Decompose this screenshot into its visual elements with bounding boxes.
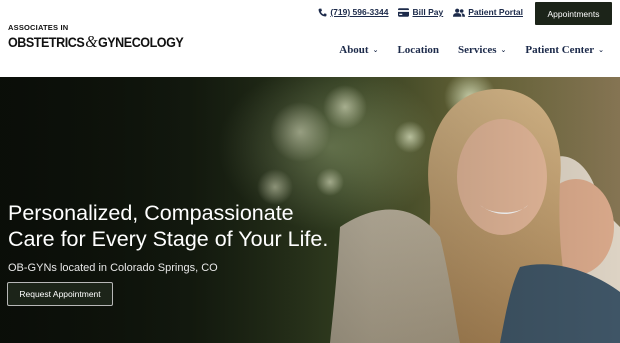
logo-gynecology: GYNECOLOGY [97, 35, 184, 50]
chevron-down-icon: ⌄ [500, 46, 507, 54]
nav-item-patient-center[interactable]: Patient Center ⌄ [525, 44, 604, 56]
hero-headline-line-2: Care for Every Stage of Your Life. [8, 227, 329, 251]
nav-item-location[interactable]: Location [397, 44, 439, 56]
hero-subheadline: OB-GYNs located in Colorado Springs, CO [8, 262, 218, 274]
appointments-button[interactable]: Appointments [535, 2, 612, 25]
phone-link[interactable]: (719) 596-3344 [318, 7, 388, 17]
patient-portal-link[interactable]: Patient Portal [453, 7, 523, 17]
nav-label-services: Services [458, 44, 497, 56]
site-logo[interactable]: ASSOCIATES IN OBSTETRICS&GYNECOLOGY [8, 23, 184, 55]
logo-obstetrics: OBSTETRICS [8, 35, 85, 50]
utility-links: (719) 596-3344 Bill Pay Patient Portal [318, 7, 523, 17]
users-icon [453, 8, 466, 17]
bill-pay-link[interactable]: Bill Pay [398, 7, 443, 17]
site-header: ASSOCIATES IN OBSTETRICS&GYNECOLOGY (719… [0, 0, 620, 77]
patient-portal-label: Patient Portal [468, 7, 523, 17]
chevron-down-icon: ⌄ [598, 46, 604, 54]
credit-card-icon [398, 7, 410, 17]
logo-line-associates: ASSOCIATES IN [8, 23, 69, 32]
hero-banner: Personalized, Compassionate Care for Eve… [0, 77, 620, 343]
bill-pay-label: Bill Pay [412, 7, 444, 17]
nav-label-patient-center: Patient Center [525, 44, 595, 56]
logo-wordmark: OBSTETRICS&GYNECOLOGY [8, 32, 184, 52]
nav-label-location: Location [397, 44, 440, 56]
phone-number: (719) 596-3344 [330, 7, 389, 17]
nav-item-about[interactable]: About ⌄ [339, 44, 378, 56]
nav-item-services[interactable]: Services ⌄ [458, 44, 506, 56]
nav-label-about: About [339, 44, 369, 56]
hero-headline: Personalized, Compassionate Care for Eve… [8, 200, 348, 252]
chevron-down-icon: ⌄ [372, 46, 379, 54]
main-nav: About ⌄ Location Services ⌄ Patient Cent… [339, 44, 604, 56]
phone-icon [318, 8, 327, 16]
hero-headline-line-1: Personalized, Compassionate [8, 201, 294, 225]
logo-ampersand: & [85, 32, 98, 51]
request-appointment-button[interactable]: Request Appointment [7, 282, 113, 306]
